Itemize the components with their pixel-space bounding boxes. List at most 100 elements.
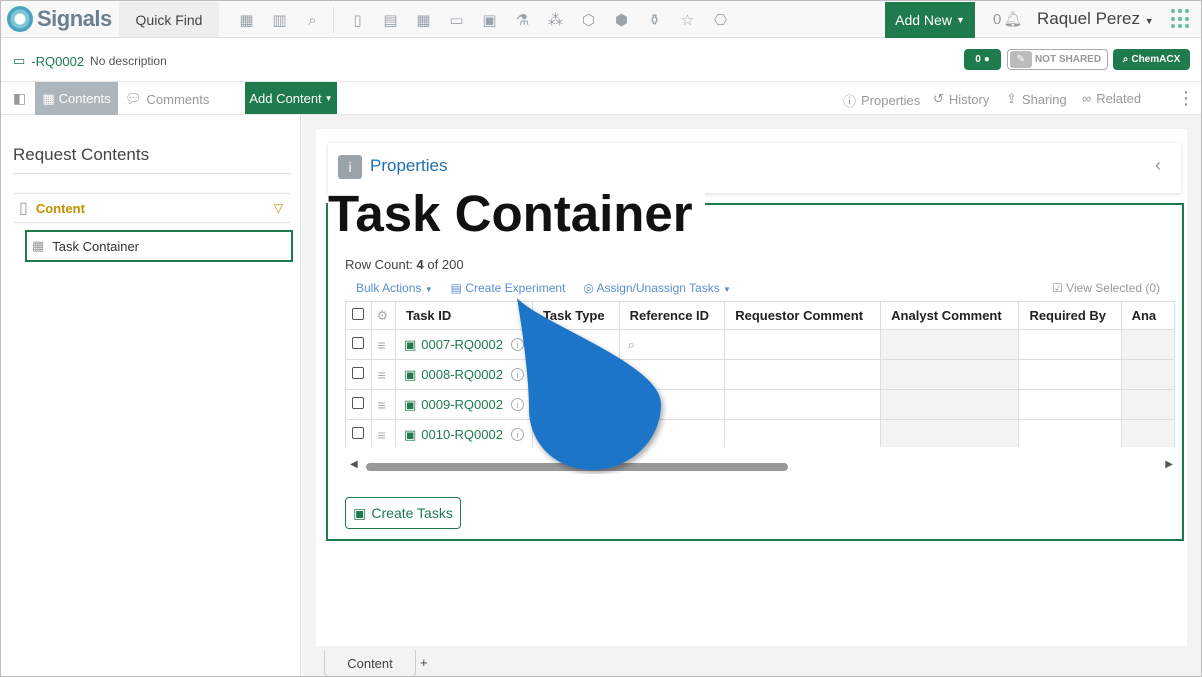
flask-rack-icon[interactable]: ⚗ xyxy=(506,9,539,31)
dashboard-icon[interactable]: ▦ xyxy=(230,9,263,31)
search-icon[interactable]: ⌕ xyxy=(296,9,329,31)
record-description[interactable]: No description xyxy=(90,54,167,68)
row-checkbox[interactable] xyxy=(352,397,364,409)
required-by-cell[interactable] xyxy=(1018,389,1122,420)
reference-id-cell[interactable]: ⌕ xyxy=(618,329,726,360)
task-type-cell[interactable] xyxy=(531,389,620,420)
user-menu[interactable]: Raquel Perez ▼ xyxy=(1037,9,1154,29)
column-header-analyst[interactable]: Ana xyxy=(1120,301,1175,330)
view-selected-toggle[interactable]: ☑ View Selected (0) xyxy=(1052,281,1160,295)
column-header-reference-id[interactable]: Reference ID xyxy=(618,301,726,330)
column-header-task-type[interactable]: Task Type xyxy=(531,301,620,330)
drag-handle-icon[interactable]: ≡ xyxy=(378,337,386,353)
sidebar-toggle-icon[interactable]: ◧ xyxy=(13,90,26,107)
row-checkbox[interactable] xyxy=(352,427,364,439)
info-icon[interactable]: i xyxy=(510,428,524,441)
task-id-link[interactable]: ▣ 0007-RQ0002 i xyxy=(404,337,524,353)
tab-properties[interactable]: ⓘ Properties xyxy=(843,91,920,110)
task-type-cell[interactable] xyxy=(531,329,620,360)
app-launcher-icon[interactable] xyxy=(1171,9,1191,29)
notebook-icon[interactable]: ▯ xyxy=(341,9,374,31)
table-row[interactable]: ≡ ▣ 0010-RQ0002 i xyxy=(345,419,1175,447)
reference-id-cell[interactable] xyxy=(618,359,726,390)
requestor-comment-cell[interactable] xyxy=(724,389,882,420)
task-icon[interactable]: ▣ xyxy=(473,9,506,31)
record-id[interactable]: -RQ0002 xyxy=(31,54,84,69)
sharing-status-button[interactable]: ✎ NOT SHARED xyxy=(1007,49,1108,70)
add-content-button[interactable]: Add Content ▼ xyxy=(245,82,337,114)
scrollbar-thumb[interactable] xyxy=(366,463,788,471)
tab-sharing[interactable]: ⇪ Sharing xyxy=(1006,91,1067,107)
star-icon[interactable]: ☆ xyxy=(671,9,704,31)
select-all-checkbox[interactable] xyxy=(352,308,364,320)
reference-id-cell[interactable] xyxy=(618,389,726,420)
shield-icon[interactable]: ⬢ xyxy=(605,9,638,31)
search-icon[interactable]: ⌕ xyxy=(628,337,635,352)
add-tab-button[interactable]: + xyxy=(420,655,428,670)
requestor-comment-cell[interactable] xyxy=(724,329,882,360)
requestor-comment-cell[interactable] xyxy=(724,419,882,447)
row-checkbox[interactable] xyxy=(352,337,364,349)
info-icon[interactable]: i xyxy=(510,338,524,351)
tab-history[interactable]: ↺ History xyxy=(933,91,989,107)
reference-id-cell[interactable] xyxy=(618,419,726,447)
table-row[interactable]: ≡ ▣ 0009-RQ0002 i xyxy=(345,389,1175,420)
create-tasks-button[interactable]: ▣ Create Tasks xyxy=(345,497,461,529)
scroll-left-icon[interactable]: ◀ xyxy=(350,459,358,470)
comments-count-button[interactable]: 0 ● xyxy=(964,49,1001,70)
quick-find-button[interactable]: Quick Find xyxy=(119,2,219,37)
tree-item-task-container[interactable]: ▦ Task Container xyxy=(25,230,293,262)
tasks-icon[interactable]: ⎔ xyxy=(704,9,737,31)
info-icon[interactable]: i xyxy=(510,368,524,381)
hexagon-icon[interactable]: ⬡ xyxy=(572,9,605,31)
column-header-task-id[interactable]: Task ID xyxy=(394,301,533,330)
create-experiment-button[interactable]: ▤ Create Experiment xyxy=(451,281,566,295)
drag-handle-icon[interactable]: ≡ xyxy=(378,397,386,413)
task-id-link[interactable]: ▣ 0008-RQ0002 i xyxy=(404,367,524,383)
required-by-cell[interactable] xyxy=(1018,419,1122,447)
calendar-icon[interactable]: ▦ xyxy=(407,9,440,31)
notifications-button[interactable]: 0 🔔︎ xyxy=(993,10,1022,29)
content-section-header[interactable]: ▯ Content ▽ xyxy=(13,193,291,223)
chevron-left-icon[interactable]: ‹ xyxy=(1155,155,1161,176)
column-header-analyst-comment[interactable]: Analyst Comment xyxy=(880,301,1020,330)
signals-logo[interactable]: Signals xyxy=(7,5,112,33)
bottom-tab-content[interactable]: Content xyxy=(324,650,416,676)
table-icon: ▦ xyxy=(32,238,45,253)
column-settings-icon[interactable]: ⚙ xyxy=(370,301,396,330)
task-type-cell[interactable] xyxy=(531,359,620,390)
request-icon[interactable]: ▭ xyxy=(440,9,473,31)
add-new-button[interactable]: Add New ▼ xyxy=(885,2,975,38)
tab-related[interactable]: ∞ Related xyxy=(1082,91,1141,106)
comments-icon: 💬︎ xyxy=(125,91,142,106)
drag-handle-icon[interactable]: ≡ xyxy=(378,427,386,443)
properties-title[interactable]: Properties xyxy=(370,156,447,176)
column-header-requestor-comment[interactable]: Requestor Comment xyxy=(724,301,882,330)
scroll-right-icon[interactable]: ▶ xyxy=(1165,459,1173,470)
bar-chart-icon[interactable]: ▥ xyxy=(263,9,296,31)
flask-icon[interactable]: ⚱ xyxy=(638,9,671,31)
requestor-comment-cell[interactable] xyxy=(724,359,882,390)
network-icon[interactable]: ⁂ xyxy=(539,9,572,31)
clipboard-icon[interactable]: ▤ xyxy=(374,9,407,31)
info-icon[interactable]: i xyxy=(510,398,524,411)
horizontal-scrollbar[interactable]: ◀ ▶ xyxy=(348,459,1173,473)
divider xyxy=(13,173,291,174)
task-type-cell[interactable] xyxy=(531,419,620,447)
more-options-icon[interactable]: ⋮ xyxy=(1177,88,1195,109)
required-by-cell[interactable] xyxy=(1018,359,1122,390)
task-id-link[interactable]: ▣ 0010-RQ0002 i xyxy=(404,427,524,443)
assign-tasks-button[interactable]: ◎ Assign/Unassign Tasks ▼ xyxy=(583,281,731,295)
task-id-link[interactable]: ▣ 0009-RQ0002 i xyxy=(404,397,524,413)
table-row[interactable]: ≡ ▣ 0007-RQ0002 i ⌕ xyxy=(345,329,1175,360)
required-by-cell[interactable] xyxy=(1018,329,1122,360)
table-row[interactable]: ≡ ▣ 0008-RQ0002 i xyxy=(345,359,1175,390)
bulk-actions-button[interactable]: Bulk Actions ▼ xyxy=(356,281,433,295)
row-checkbox[interactable] xyxy=(352,367,364,379)
tab-contents[interactable]: ▦ Contents xyxy=(35,82,118,115)
column-header-required-by[interactable]: Required By xyxy=(1018,301,1122,330)
chemacx-button[interactable]: ⌕ ChemACX xyxy=(1113,49,1190,70)
bottom-tab-bar: Content + xyxy=(302,650,1201,676)
tab-comments[interactable]: 💬︎ Comments xyxy=(125,91,209,107)
drag-handle-icon[interactable]: ≡ xyxy=(378,367,386,383)
